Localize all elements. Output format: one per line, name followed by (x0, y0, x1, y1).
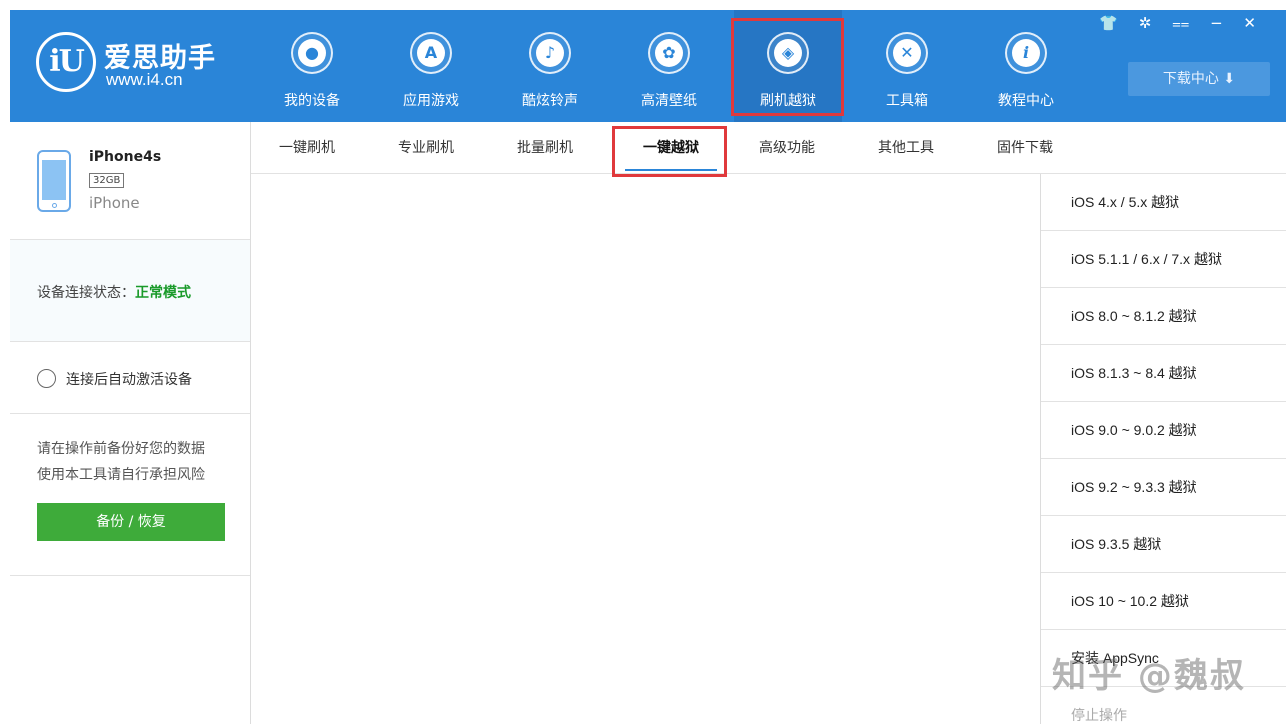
nav-wallpapers[interactable]: ✿ 高清壁纸 (615, 10, 723, 122)
nav-tutorials[interactable]: i 教程中心 (972, 10, 1080, 122)
nav-label: 高清壁纸 (641, 93, 697, 109)
auto-activate-label: 连接后自动激活设备 (66, 372, 192, 388)
connection-value: 正常模式 (135, 285, 191, 301)
tab-one-click-jailbreak[interactable]: 一键越狱 (615, 122, 727, 174)
app-url: www.i4.cn (106, 70, 183, 89)
device-type: iPhone (89, 194, 140, 212)
nav-ringtones[interactable]: ♪ 酷炫铃声 (496, 10, 604, 122)
watermark: 知乎 @魏叔 (1052, 656, 1246, 696)
tab-other-tools[interactable]: 其他工具 (850, 122, 962, 174)
backup-warning: 请在操作前备份好您的数据 使用本工具请自行承担风险 备份 / 恢复 (10, 414, 250, 576)
connection-status: 设备连接状态：正常模式 (10, 240, 250, 342)
connection-label: 设备连接状态：正常模式 (37, 285, 191, 301)
nav-label: 我的设备 (284, 93, 340, 109)
menu-item-ios4-5[interactable]: iOS 4.x / 5.x 越狱 (1041, 174, 1286, 231)
nav-apps-games[interactable]: A 应用游戏 (377, 10, 485, 122)
nav-toolbox[interactable]: ✕ 工具箱 (853, 10, 961, 122)
auto-activate-option[interactable]: 连接后自动激活设备 (10, 342, 250, 414)
menu-item-ios9-3-5[interactable]: iOS 9.3.5 越狱 (1041, 516, 1286, 573)
flower-icon: ✿ (648, 32, 690, 74)
menu-item-ios8-1-3[interactable]: iOS 8.1.3 ~ 8.4 越狱 (1041, 345, 1286, 402)
device-name: iPhone4s (89, 149, 162, 165)
device-info: iPhone4s 32GB iPhone (10, 122, 250, 240)
sub-tabs: 一键刷机 专业刷机 批量刷机 一键越狱 高级功能 其他工具 固件下载 (251, 122, 1286, 174)
nav-flash-jailbreak[interactable]: ◈ 刷机越狱 (734, 10, 842, 122)
backup-restore-button[interactable]: 备份 / 恢复 (37, 503, 225, 541)
warning-line-2: 使用本工具请自行承担风险 (37, 467, 205, 483)
warning-line-1: 请在操作前备份好您的数据 (37, 441, 205, 457)
nav-label: 工具箱 (886, 93, 928, 109)
menu-item-ios10[interactable]: iOS 10 ~ 10.2 越狱 (1041, 573, 1286, 630)
window-controls[interactable]: 👕 ✲ ⩵ − ✕ (1099, 14, 1264, 32)
app-store-icon: A (410, 32, 452, 74)
nav-label: 刷机越狱 (760, 93, 816, 109)
iphone-icon (37, 150, 71, 212)
menu-item-ios9-2[interactable]: iOS 9.2 ~ 9.3.3 越狱 (1041, 459, 1286, 516)
menu-item-ios5-7[interactable]: iOS 5.1.1 / 6.x / 7.x 越狱 (1041, 231, 1286, 288)
tab-advanced[interactable]: 高级功能 (731, 122, 843, 174)
jailbreak-menu: iOS 4.x / 5.x 越狱 iOS 5.1.1 / 6.x / 7.x 越… (1040, 174, 1286, 724)
nav-label: 酷炫铃声 (522, 93, 578, 109)
nav-my-device[interactable]: ● 我的设备 (258, 10, 366, 122)
tab-one-click-flash[interactable]: 一键刷机 (251, 122, 363, 174)
dropbox-icon: ◈ (767, 32, 809, 74)
top-header: iU 爱思助手 www.i4.cn ● 我的设备 A 应用游戏 ♪ 酷炫铃声 ✿… (10, 10, 1286, 122)
tab-firmware-download[interactable]: 固件下载 (969, 122, 1081, 174)
menu-item-ios9-0[interactable]: iOS 9.0 ~ 9.0.2 越狱 (1041, 402, 1286, 459)
bell-icon: ♪ (529, 32, 571, 74)
nav-label: 应用游戏 (403, 93, 459, 109)
left-panel: iPhone4s 32GB iPhone 设备连接状态：正常模式 连接后自动激活… (10, 122, 251, 724)
download-center-button[interactable]: 下载中心 ⬇ (1128, 62, 1270, 96)
auto-activate-radio[interactable] (37, 369, 56, 388)
menu-item-ios8-0[interactable]: iOS 8.0 ~ 8.1.2 越狱 (1041, 288, 1286, 345)
nav-label: 教程中心 (998, 93, 1054, 109)
tools-icon: ✕ (886, 32, 928, 74)
device-capacity: 32GB (89, 173, 125, 188)
tab-batch-flash[interactable]: 批量刷机 (489, 122, 601, 174)
info-icon: i (1005, 32, 1047, 74)
apple-icon: ● (291, 32, 333, 74)
logo-icon: iU (36, 32, 96, 92)
tab-pro-flash[interactable]: 专业刷机 (370, 122, 482, 174)
